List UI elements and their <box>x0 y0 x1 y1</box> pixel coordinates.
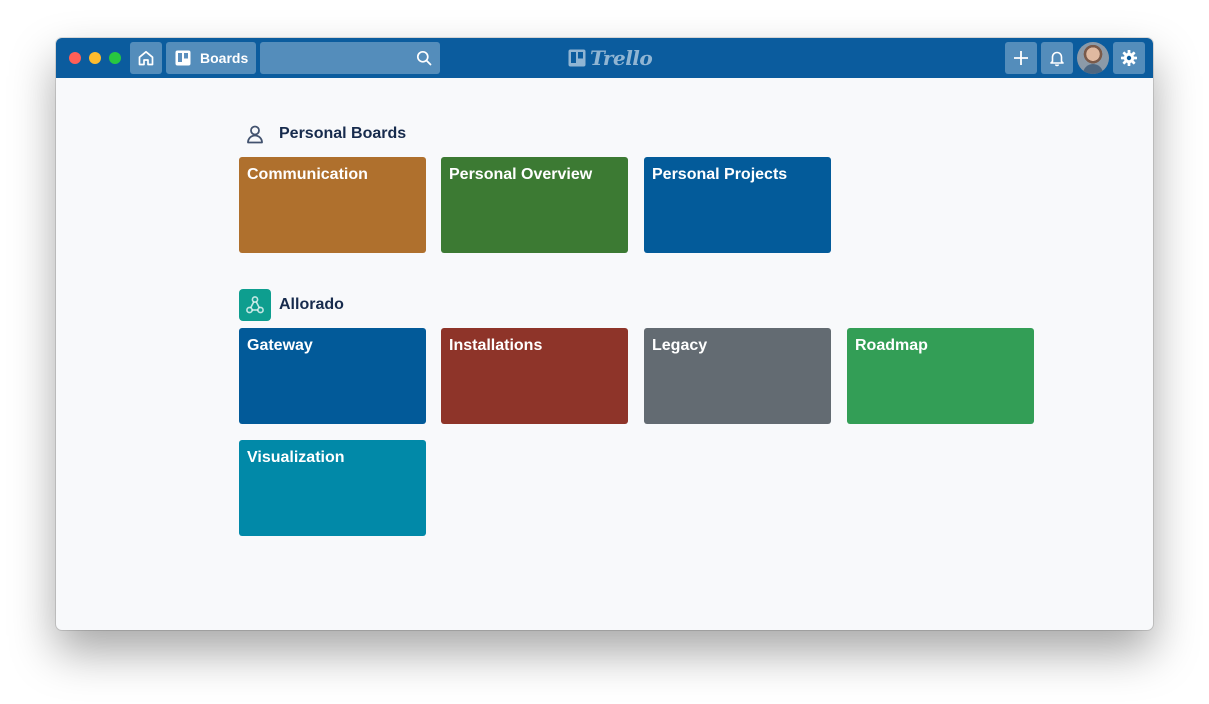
top-bar: Boards Trello <box>56 38 1153 78</box>
boards-icon <box>175 50 191 66</box>
home-icon <box>138 50 154 66</box>
bell-icon <box>1050 51 1064 67</box>
section-title: Personal Boards <box>279 125 407 142</box>
search-box[interactable] <box>260 42 440 74</box>
gear-icon <box>1121 50 1137 66</box>
app-window: Boards Trello Personal Boards Communicat… <box>56 38 1153 630</box>
plus-icon <box>1014 51 1028 65</box>
board-title: Roadmap <box>855 337 928 354</box>
board-title: Gateway <box>247 337 313 354</box>
home-button[interactable] <box>130 42 162 74</box>
board-title: Communication <box>247 166 368 183</box>
board-title: Visualization <box>247 449 345 466</box>
board-tile-communication[interactable]: Communication <box>239 157 426 253</box>
user-avatar[interactable] <box>1077 42 1109 74</box>
board-tile-legacy[interactable]: Legacy <box>644 328 831 424</box>
close-window-button[interactable] <box>69 52 81 64</box>
board-tile-personal-projects[interactable]: Personal Projects <box>644 157 831 253</box>
search-input[interactable] <box>260 42 426 74</box>
board-tile-visualization[interactable]: Visualization <box>239 440 426 536</box>
board-title: Installations <box>449 337 543 354</box>
board-tile-personal-overview[interactable]: Personal Overview <box>441 157 628 253</box>
logo-text: Trello <box>590 46 653 70</box>
trello-logo[interactable]: Trello <box>568 46 653 70</box>
minimize-window-button[interactable] <box>89 52 101 64</box>
board-title: Personal Projects <box>652 166 788 183</box>
personal-boards-header: Personal Boards <box>239 118 406 150</box>
board-tile-installations[interactable]: Installations <box>441 328 628 424</box>
person-icon <box>239 118 271 150</box>
boards-label: Boards <box>200 50 249 66</box>
add-button[interactable] <box>1005 42 1037 74</box>
notifications-button[interactable] <box>1041 42 1073 74</box>
board-title: Personal Overview <box>449 166 593 183</box>
maximize-window-button[interactable] <box>109 52 121 64</box>
settings-button[interactable] <box>1113 42 1145 74</box>
team-icon <box>239 289 271 321</box>
boards-page: Personal Boards Communication Personal O… <box>56 78 1153 630</box>
team-allorado-header: Allorado <box>239 289 344 321</box>
boards-button[interactable]: Boards <box>166 42 256 74</box>
trello-logo-icon <box>568 49 586 67</box>
board-tile-gateway[interactable]: Gateway <box>239 328 426 424</box>
section-title: Allorado <box>279 296 344 313</box>
board-title: Legacy <box>652 337 708 354</box>
board-tile-roadmap[interactable]: Roadmap <box>847 328 1034 424</box>
